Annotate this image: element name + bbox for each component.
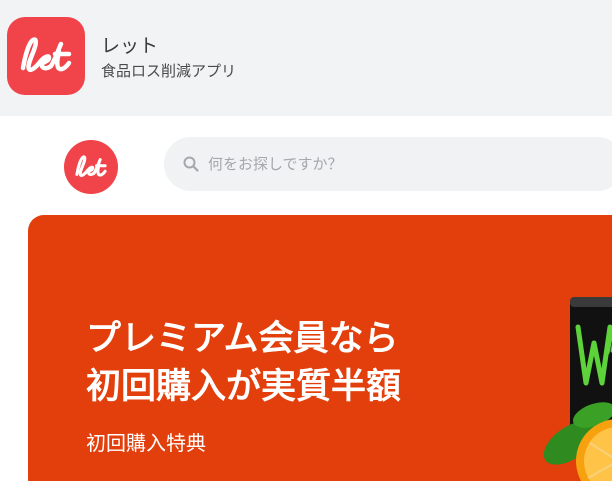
search-input[interactable] [208, 137, 588, 191]
product-image [543, 297, 612, 481]
promo-banner[interactable]: プレミアム会員なら 初回購入が実質半額 初回購入特典 [28, 215, 612, 481]
banner-title-line-1: プレミアム会員なら [86, 319, 399, 359]
banner-title: プレミアム会員なら 初回購入が実質半額 [86, 315, 401, 411]
banner-subtitle: 初回購入特典 [86, 431, 206, 455]
app-icon[interactable] [7, 17, 85, 95]
let-logo-icon [75, 155, 107, 177]
app-subtitle: 食品ロス削減アプリ [101, 62, 237, 80]
let-logo-icon [20, 37, 72, 72]
site-logo[interactable] [64, 140, 118, 194]
search-icon [183, 156, 199, 172]
banner-title-line-2: 初回購入が実質半額 [86, 367, 402, 407]
app-info-bar: レット 食品ロス削減アプリ [0, 0, 612, 116]
page-content: プレミアム会員なら 初回購入が実質半額 初回購入特典 [0, 116, 612, 481]
app-name: レット [101, 35, 159, 57]
search-bar[interactable] [164, 137, 612, 191]
